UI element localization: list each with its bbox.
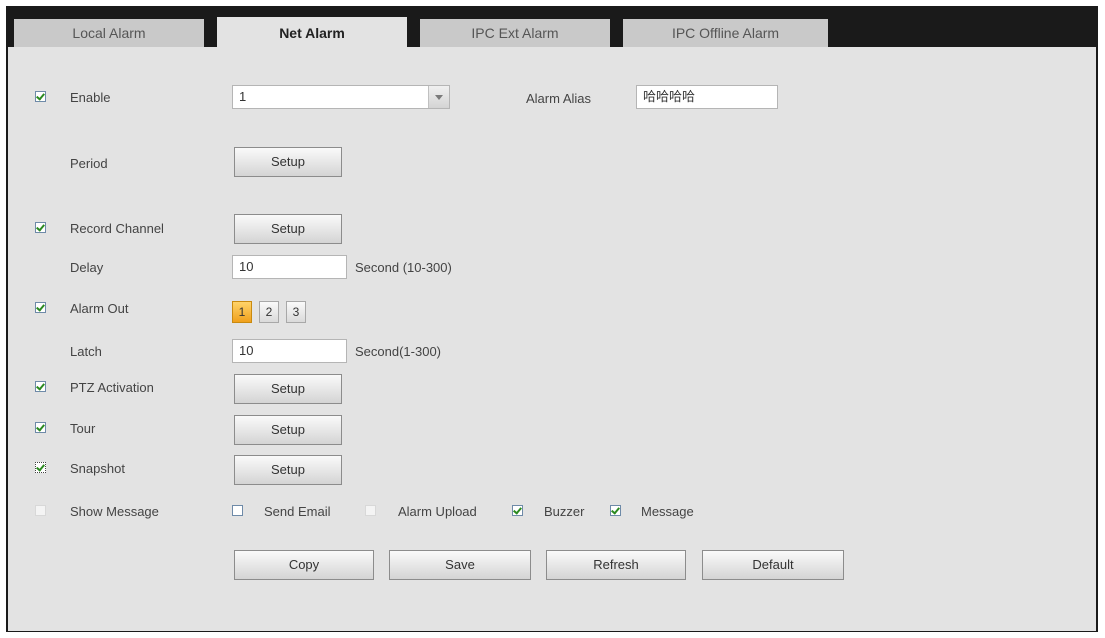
alarm-upload-label: Alarm Upload xyxy=(398,504,477,519)
delay-unit: Second (10-300) xyxy=(355,260,452,275)
buzzer-label: Buzzer xyxy=(544,504,585,519)
alarm-out-3[interactable]: 3 xyxy=(286,301,306,323)
tour-setup-button[interactable]: Setup xyxy=(234,415,342,445)
snapshot-setup-button[interactable]: Setup xyxy=(234,455,342,485)
delay-label: Delay xyxy=(70,260,104,275)
copy-button[interactable]: Copy xyxy=(234,550,374,580)
send-email-label: Send Email xyxy=(264,504,331,519)
show-message-checkbox[interactable] xyxy=(35,505,46,516)
ptz-activation-setup-button[interactable]: Setup xyxy=(234,374,342,404)
period-setup-button[interactable]: Setup xyxy=(234,147,342,177)
show-message-label: Show Message xyxy=(70,504,159,519)
latch-input[interactable]: 10 xyxy=(232,339,347,363)
alarm-settings-window: Local Alarm Net Alarm IPC Ext Alarm IPC … xyxy=(6,6,1098,632)
tab-local-alarm[interactable]: Local Alarm xyxy=(14,19,204,47)
refresh-button[interactable]: Refresh xyxy=(546,550,686,580)
default-button[interactable]: Default xyxy=(702,550,844,580)
net-alarm-panel: Enable 1 Alarm Alias 哈哈哈哈 Period Setup R… xyxy=(8,47,1096,631)
alarm-out-label: Alarm Out xyxy=(70,301,129,316)
chevron-down-icon[interactable] xyxy=(428,86,449,108)
ptz-activation-label: PTZ Activation xyxy=(70,380,154,395)
snapshot-checkbox[interactable] xyxy=(35,462,46,473)
tab-ipc-ext-alarm[interactable]: IPC Ext Alarm xyxy=(420,19,610,47)
tab-bar: Local Alarm Net Alarm IPC Ext Alarm IPC … xyxy=(7,7,1097,47)
record-channel-label: Record Channel xyxy=(70,221,164,236)
buzzer-checkbox[interactable] xyxy=(512,505,523,516)
alarm-alias-input[interactable]: 哈哈哈哈 xyxy=(636,85,778,109)
delay-input[interactable]: 10 xyxy=(232,255,347,279)
record-channel-setup-button[interactable]: Setup xyxy=(234,214,342,244)
ptz-activation-checkbox[interactable] xyxy=(35,381,46,392)
latch-unit: Second(1-300) xyxy=(355,344,441,359)
alarm-out-1[interactable]: 1 xyxy=(232,301,252,323)
enable-checkbox[interactable] xyxy=(35,91,46,102)
alarm-out-2[interactable]: 2 xyxy=(259,301,279,323)
period-label: Period xyxy=(70,156,108,171)
enable-label: Enable xyxy=(70,90,111,105)
channel-select[interactable]: 1 xyxy=(232,85,450,109)
record-channel-checkbox[interactable] xyxy=(35,222,46,233)
tab-ipc-offline-alarm[interactable]: IPC Offline Alarm xyxy=(623,19,828,47)
snapshot-label: Snapshot xyxy=(70,461,125,476)
send-email-checkbox[interactable] xyxy=(232,505,243,516)
alarm-upload-checkbox[interactable] xyxy=(365,505,376,516)
tab-net-alarm[interactable]: Net Alarm xyxy=(217,17,407,47)
alarm-alias-label: Alarm Alias xyxy=(526,91,592,106)
tour-checkbox[interactable] xyxy=(35,422,46,433)
message-checkbox[interactable] xyxy=(610,505,621,516)
tour-label: Tour xyxy=(70,421,96,436)
message-label: Message xyxy=(641,504,694,519)
latch-label: Latch xyxy=(70,344,102,359)
save-button[interactable]: Save xyxy=(389,550,531,580)
alarm-out-checkbox[interactable] xyxy=(35,302,46,313)
channel-select-value: 1 xyxy=(239,89,247,104)
